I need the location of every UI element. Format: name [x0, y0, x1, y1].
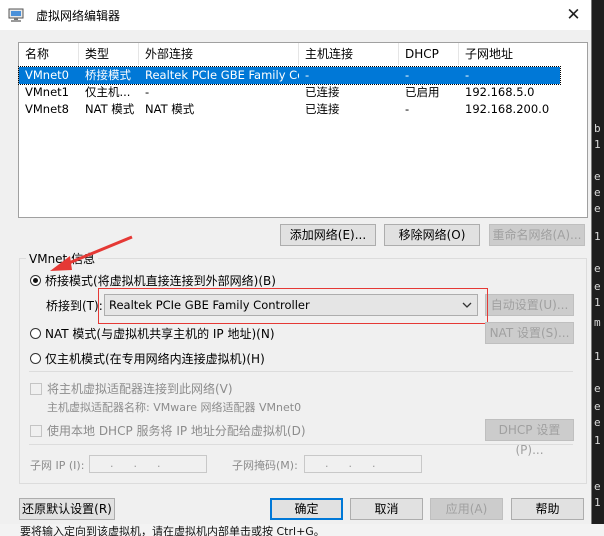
radio-unchecked-icon — [30, 328, 41, 339]
terminal-glyph: b — [594, 122, 601, 135]
apply-button[interactable]: 应用(A) — [430, 498, 503, 520]
divider — [29, 444, 573, 445]
connect-host-adapter-label: 将主机虚拟适配器连接到此网络(V) — [47, 382, 233, 396]
terminal-glyph: 1 — [594, 350, 601, 363]
terminal-glyph: e — [594, 186, 601, 199]
table-cell: - — [305, 68, 310, 82]
use-dhcp-label: 使用本地 DHCP 服务将 IP 地址分配给虚拟机(D) — [47, 424, 306, 438]
red-arrow-annotation-icon — [50, 235, 133, 271]
table-cell: 已启用 — [405, 85, 440, 99]
bridge-to-label: 桥接到(T): — [46, 299, 103, 313]
status-text: 要将输入定向到该虚拟机，请在虚拟机内部单击或按 Ctrl+G。 — [20, 525, 325, 536]
terminal-glyph: e — [594, 262, 601, 275]
table-cell: 192.168.200.0 — [465, 102, 550, 116]
table-cell: 已连接 — [305, 85, 340, 99]
terminal-glyph: m — [594, 316, 601, 329]
terminal-glyph: e — [594, 280, 601, 293]
background-status-text: 要将输入定向到该虚拟机，请在虚拟机内部单击或按 Ctrl+G。 — [0, 524, 604, 536]
background-terminal-strip: b 1 e e e 1 e e 1 m 1 e e e 1 e 1 — [592, 0, 604, 536]
table-cell: 192.168.5.0 — [465, 85, 535, 99]
table-cell: - — [405, 102, 410, 116]
virtual-network-editor-dialog: 虚拟网络编辑器 ✕ 名称 类型 外部连接 主机连接 DHCP 子网地址 VMne… — [0, 0, 592, 524]
checkbox-icon — [30, 424, 42, 437]
subnet-ip-label: 子网 IP (I): — [30, 459, 85, 472]
terminal-glyph: 1 — [594, 434, 601, 447]
table-cell: - — [405, 68, 410, 82]
subnet-mask-input[interactable]: ... — [304, 455, 422, 473]
subnet-mask-label: 子网掩码(M): — [232, 459, 298, 472]
auto-settings-button[interactable]: 自动设置(U)... — [485, 294, 574, 316]
dhcp-settings-button[interactable]: DHCP 设置(P)... — [485, 419, 574, 457]
highlight-annotation-box — [98, 288, 488, 324]
table-cell: Realtek PCIe GBE Family Co... — [145, 68, 299, 82]
terminal-glyph: e — [594, 170, 601, 183]
nat-mode-radio[interactable]: NAT 模式(与虚拟机共享主机的 IP 地址)(N) — [30, 325, 275, 342]
subnet-ip-input[interactable]: ... — [89, 455, 207, 473]
column-header-dhcp[interactable]: DHCP — [399, 43, 459, 65]
connect-host-adapter-checkbox[interactable]: 将主机虚拟适配器连接到此网络(V) — [30, 380, 233, 397]
close-icon: ✕ — [566, 5, 581, 25]
table-cell: 已连接 — [305, 102, 340, 116]
host-adapter-name-text: 主机虚拟适配器名称: VMware 网络适配器 VMnet0 — [47, 401, 302, 414]
host-only-mode-label: 仅主机模式(在专用网络内连接虚拟机)(H) — [45, 352, 265, 366]
terminal-glyph: 1 — [594, 230, 601, 243]
restore-defaults-button[interactable]: 还原默认设置(R) — [19, 498, 115, 520]
terminal-glyph: e — [594, 416, 601, 429]
terminal-glyph: 1 — [594, 496, 601, 509]
column-header-subnet[interactable]: 子网地址 — [459, 43, 587, 65]
terminal-glyph: 1 — [594, 138, 601, 151]
nat-settings-button[interactable]: NAT 设置(S)... — [485, 322, 574, 344]
column-header-external[interactable]: 外部连接 — [139, 43, 299, 65]
table-cell: NAT 模式 — [145, 102, 195, 116]
terminal-glyph: e — [594, 480, 601, 493]
host-only-mode-radio[interactable]: 仅主机模式(在专用网络内连接虚拟机)(H) — [30, 350, 265, 367]
terminal-glyph: 1 — [594, 296, 601, 309]
radio-unchecked-icon — [30, 353, 41, 364]
rename-network-button[interactable]: 重命名网络(A)... — [489, 224, 585, 246]
terminal-glyph: e — [594, 400, 601, 413]
divider — [29, 371, 573, 372]
ok-button[interactable]: 确定 — [270, 498, 343, 520]
help-button[interactable]: 帮助 — [511, 498, 584, 520]
column-header-host[interactable]: 主机连接 — [299, 43, 399, 65]
use-dhcp-checkbox[interactable]: 使用本地 DHCP 服务将 IP 地址分配给虚拟机(D) — [30, 422, 306, 439]
table-cell: - — [465, 68, 470, 82]
close-button[interactable]: ✕ — [556, 0, 591, 30]
cancel-button[interactable]: 取消 — [350, 498, 423, 520]
table-cell: - — [145, 85, 150, 99]
terminal-glyph: e — [594, 202, 601, 215]
checkbox-icon — [30, 382, 42, 395]
add-network-button[interactable]: 添加网络(E)... — [280, 224, 376, 246]
terminal-glyph: e — [594, 382, 601, 395]
remove-network-button[interactable]: 移除网络(O) — [384, 224, 480, 246]
nat-mode-label: NAT 模式(与虚拟机共享主机的 IP 地址)(N) — [45, 327, 275, 341]
